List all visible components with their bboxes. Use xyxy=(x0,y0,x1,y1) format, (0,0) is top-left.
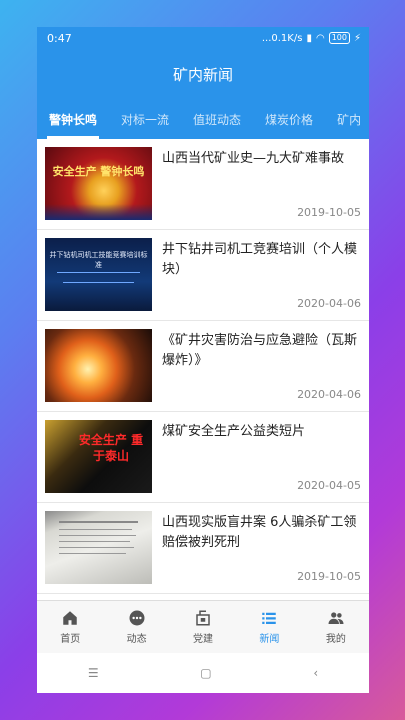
list-item[interactable]: 安全生产 警钟长鸣 山西当代矿业史—九大矿难事故 2019-10-05 xyxy=(37,139,369,230)
menu-icon[interactable]: ☰ xyxy=(88,666,99,680)
news-date: 2020-04-05 xyxy=(297,479,361,492)
category-tabs: 警钟长鸣 对标一流 值班动态 煤炭价格 矿内 xyxy=(37,99,369,139)
news-list-icon xyxy=(262,612,277,624)
chat-icon xyxy=(129,610,145,626)
list-item[interactable]: 井下钻机司机工技能竞赛培训标准 井下钻井司机工竞赛培训（个人模块） 2020-0… xyxy=(37,230,369,321)
phone-screen: 0:47 ...0.1K/s ▮ ◠ 100 ⚡ 矿内新闻 警钟长鸣 对标一流 … xyxy=(37,27,369,693)
nav-profile[interactable]: 我的 xyxy=(303,601,369,653)
nav-label: 新闻 xyxy=(259,634,280,645)
status-bar: 0:47 ...0.1K/s ▮ ◠ 100 ⚡ xyxy=(37,27,369,49)
tab-duty[interactable]: 值班动态 xyxy=(181,99,253,139)
news-date: 2019-10-05 xyxy=(297,570,361,583)
status-time: 0:47 xyxy=(47,31,72,45)
nav-label: 动态 xyxy=(126,634,147,645)
news-title: 煤矿安全生产公益类短片 xyxy=(162,424,306,439)
wifi-icon: ◠ xyxy=(315,32,325,44)
list-item[interactable]: 山西现实版盲井案 6人骗杀矿工领赔偿被判死刑 2019-10-05 xyxy=(37,503,369,594)
page-title: 矿内新闻 xyxy=(172,65,233,84)
tab-benchmark[interactable]: 对标一流 xyxy=(109,99,181,139)
thumbnail-caption: 安全生产 重于泰山 xyxy=(78,433,144,463)
nav-home[interactable]: 首页 xyxy=(37,601,103,653)
bottom-navigation: 首页 动态 党建 新闻 我的 xyxy=(37,600,369,653)
news-title: 井下钻井司机工竞赛培训（个人模块） xyxy=(162,242,358,277)
thumbnail-caption: 安全生产 警钟长鸣 xyxy=(52,165,145,178)
nav-news[interactable]: 新闻 xyxy=(236,601,302,653)
back-icon[interactable]: ‹ xyxy=(313,666,318,680)
news-thumbnail: 井下钻机司机工技能竞赛培训标准 xyxy=(45,238,152,311)
tab-mine[interactable]: 矿内 xyxy=(325,99,369,139)
home-button-icon[interactable]: ▢ xyxy=(200,666,211,680)
news-date: 2020-04-06 xyxy=(297,388,361,401)
news-list: 安全生产 警钟长鸣 山西当代矿业史—九大矿难事故 2019-10-05 井下钻机… xyxy=(37,139,369,600)
news-thumbnail xyxy=(45,329,152,402)
charging-icon: ⚡ xyxy=(353,32,361,44)
tab-alarm[interactable]: 警钟长鸣 xyxy=(37,99,109,139)
page-header: 矿内新闻 xyxy=(37,49,369,99)
signal-icon: ▮ xyxy=(306,32,312,44)
news-title: 《矿井灾害防治与应急避险（瓦斯爆炸）》 xyxy=(162,333,358,368)
news-thumbnail: 安全生产 警钟长鸣 xyxy=(45,147,152,220)
nav-label: 首页 xyxy=(60,634,81,645)
thumbnail-caption: 井下钻机司机工技能竞赛培训标准 xyxy=(49,251,148,269)
news-thumbnail: 安全生产 重于泰山 xyxy=(45,420,152,493)
news-date: 2020-04-06 xyxy=(297,297,361,310)
party-icon xyxy=(196,610,210,626)
nav-label: 党建 xyxy=(193,634,214,645)
nav-feed[interactable]: 动态 xyxy=(103,601,169,653)
nav-label: 我的 xyxy=(325,634,346,645)
news-thumbnail xyxy=(45,511,152,584)
news-date: 2019-10-05 xyxy=(297,206,361,219)
home-icon xyxy=(63,611,77,625)
people-icon xyxy=(328,612,344,624)
tab-coal-price[interactable]: 煤炭价格 xyxy=(253,99,325,139)
news-title: 山西当代矿业史—九大矿难事故 xyxy=(162,151,345,166)
list-item[interactable]: 《矿井灾害防治与应急避险（瓦斯爆炸）》 2020-04-06 xyxy=(37,321,369,412)
news-title: 山西现实版盲井案 6人骗杀矿工领赔偿被判死刑 xyxy=(162,515,357,550)
nav-party[interactable]: 党建 xyxy=(170,601,236,653)
list-item[interactable]: 安全生产 重于泰山 煤矿安全生产公益类短片 2020-04-05 xyxy=(37,412,369,503)
system-navigation-bar: ☰ ▢ ‹ xyxy=(37,653,369,693)
battery-icon: 100 xyxy=(328,32,350,44)
network-speed: ...0.1K/s xyxy=(261,32,303,44)
